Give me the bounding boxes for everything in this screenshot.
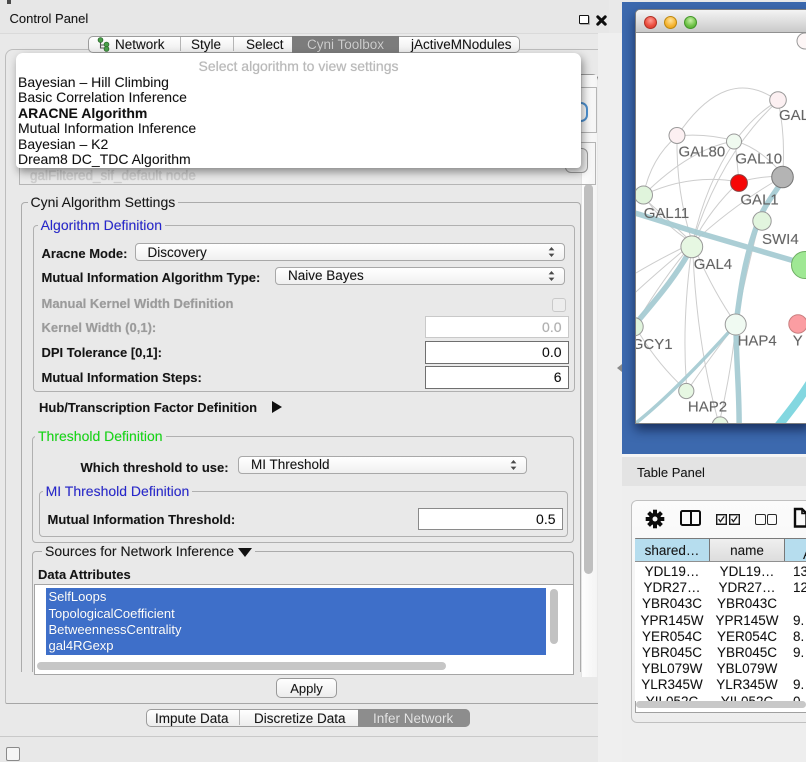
svg-text:GCY1: GCY1 [636,336,673,353]
svg-text:HAP2: HAP2 [688,399,727,416]
svg-text:HAP4: HAP4 [738,333,777,350]
svg-text:GAL10: GAL10 [735,151,782,168]
svg-text:GAL4: GAL4 [694,256,732,273]
svg-text:GAL7: GAL7 [779,107,806,124]
svg-text:GAL11: GAL11 [644,205,690,222]
svg-text:SWI4: SWI4 [762,231,799,248]
svg-text:GAL1: GAL1 [740,192,778,209]
svg-text:GAL80: GAL80 [679,143,726,160]
svg-text:Y: Y [793,333,803,350]
